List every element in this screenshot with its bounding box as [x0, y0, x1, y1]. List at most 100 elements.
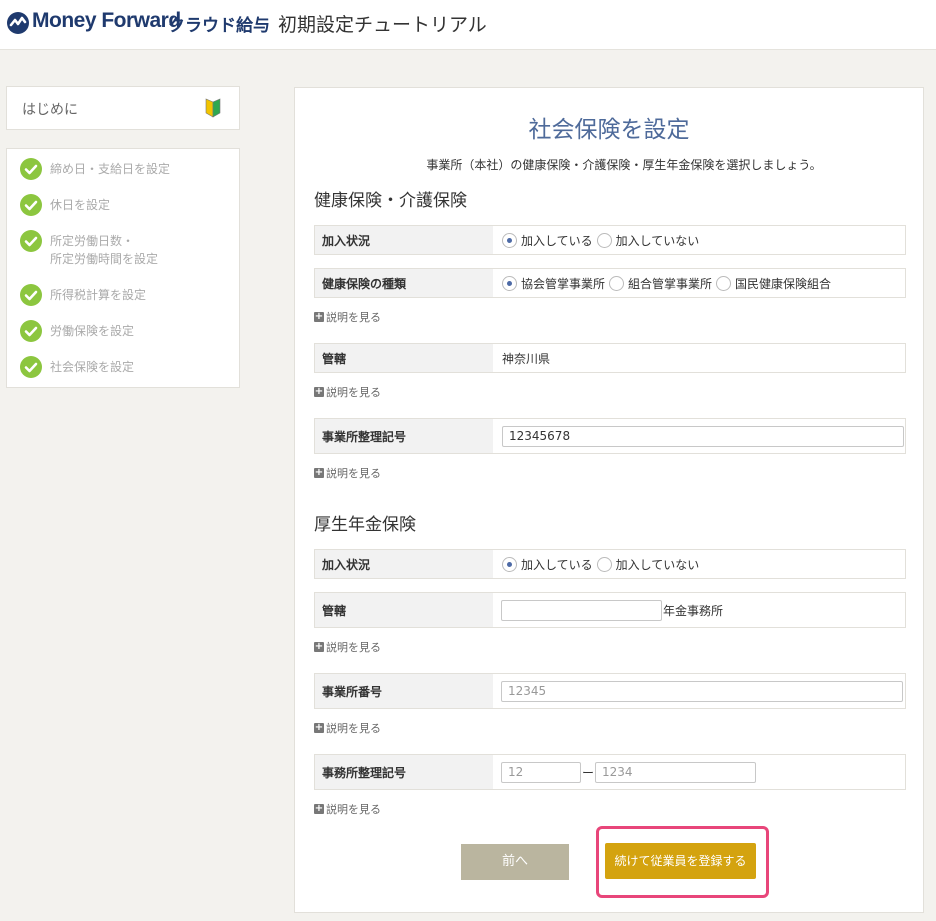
pension-jurisdiction-input[interactable] [501, 599, 662, 621]
office-code-dash: ー [582, 765, 595, 780]
pension-office-number-row: 事業所番号 [314, 673, 906, 709]
plus-icon: + [314, 386, 324, 397]
explain-link-label: 説明を見る [326, 467, 381, 480]
health-office-code-cell [495, 419, 905, 453]
health-enrollment-options: 加入している 加入していない [495, 226, 905, 254]
main-panel: 社会保険を設定 事業所（本社）の健康保険・介護保険・厚生年金保険を選択しましょう… [294, 87, 924, 913]
plus-icon: + [314, 467, 324, 478]
section-title-pension: 厚生年金保険 [314, 515, 416, 535]
radio-unselected-icon [609, 275, 625, 291]
check-circle-icon [20, 230, 42, 252]
page-header-title: 初期設定チュートリアル [278, 14, 487, 36]
section-title-health: 健康保険・介護保険 [314, 191, 467, 211]
health-jurisdiction-label: 管轄 [315, 344, 493, 372]
explain-link-label: 説明を見る [326, 803, 381, 816]
sidebar-step-list: 締め日・支給日を設定 休日を設定 所定労働日数・所定労働時間を設定 所得税計算を… [6, 148, 240, 388]
pension-office-code-input-2[interactable] [595, 761, 757, 783]
explain-link[interactable]: + 説明を見る [314, 309, 381, 325]
radio-selected-icon [502, 556, 517, 572]
explain-link-label: 説明を見る [326, 386, 381, 399]
radio-label: 国民健康保険組合 [735, 276, 832, 291]
health-type-options: 協会管掌事業所 組合管掌事業所 国民健康保険組合 [495, 269, 905, 297]
health-enrolled-radio[interactable]: 加入している [502, 232, 593, 249]
radio-selected-icon [502, 232, 517, 248]
check-circle-icon [20, 356, 42, 378]
sidebar-step-label: 労働保険を設定 [50, 324, 135, 338]
health-type-kumiai-radio[interactable]: 組合管掌事業所 [609, 275, 712, 292]
radio-label: 加入していない [615, 233, 700, 248]
register-employees-button[interactable]: 続けて従業員を登録する [605, 843, 756, 879]
pension-office-code-label: 事務所整理記号 [315, 755, 493, 789]
sidebar-step-label: 休日を設定 [50, 198, 111, 212]
beginner-mark-icon [205, 98, 221, 118]
pension-office-code-input-1[interactable] [501, 761, 581, 783]
explain-link[interactable]: + 説明を見る [314, 801, 381, 817]
plus-icon: + [314, 311, 324, 322]
radio-label: 組合管掌事業所 [628, 276, 713, 291]
explain-link-label: 説明を見る [326, 641, 381, 654]
page-title: 社会保険を設定 [528, 117, 690, 143]
pension-not-enrolled-radio[interactable]: 加入していない [596, 556, 700, 573]
pension-office-suffix: 年金事務所 [663, 603, 724, 618]
explain-link[interactable]: + 説明を見る [314, 639, 381, 655]
health-office-code-input[interactable] [502, 425, 904, 447]
health-not-enrolled-radio[interactable]: 加入していない [596, 232, 700, 249]
explain-link-label: 説明を見る [326, 311, 381, 324]
radio-unselected-icon [596, 556, 612, 572]
pension-enrollment-label: 加入状況 [315, 550, 493, 578]
health-type-label: 健康保険の種類 [315, 269, 493, 297]
health-office-code-label: 事業所整理記号 [315, 419, 493, 453]
sidebar-step-label: 社会保険を設定 [50, 360, 135, 374]
explain-link[interactable]: + 説明を見る [314, 720, 381, 736]
radio-label: 協会管掌事業所 [521, 276, 606, 291]
sidebar-step-label-group: 所定労働日数・所定労働時間を設定 [50, 232, 230, 268]
radio-unselected-icon [596, 232, 612, 248]
sidebar-intro-label: はじめに [22, 102, 78, 118]
sidebar-step-label-line2: 所定労働時間を設定 [50, 252, 159, 266]
health-type-kyokai-radio[interactable]: 協会管掌事業所 [502, 275, 605, 292]
radio-selected-icon [502, 275, 517, 291]
health-office-code-row: 事業所整理記号 [314, 418, 906, 454]
pension-office-code-row: 事務所整理記号 ー [314, 754, 906, 790]
radio-unselected-icon [716, 275, 732, 291]
check-circle-icon [20, 194, 42, 216]
health-type-row: 健康保険の種類 協会管掌事業所 組合管掌事業所 国民健康保険組合 [314, 268, 906, 298]
health-jurisdiction-row: 管轄 神奈川県 [314, 343, 906, 373]
check-circle-icon [20, 284, 42, 306]
pension-enrollment-options: 加入している 加入していない [495, 550, 905, 578]
pension-enrolled-radio[interactable]: 加入している [502, 556, 593, 573]
pension-jurisdiction-cell: 年金事務所 [495, 593, 905, 627]
pension-office-code-cell: ー [495, 755, 905, 789]
health-jurisdiction-value: 神奈川県 [502, 351, 551, 366]
pension-office-number-label: 事業所番号 [315, 674, 493, 708]
product-name: クラウド給与 [168, 16, 270, 36]
app-header: Money Forward クラウド給与 初期設定チュートリアル [0, 0, 936, 50]
plus-icon: + [314, 641, 324, 652]
plus-icon: + [314, 803, 324, 814]
brand-name[interactable]: Money Forward [32, 9, 181, 33]
pension-jurisdiction-label: 管轄 [315, 593, 493, 627]
health-type-national-radio[interactable]: 国民健康保険組合 [716, 275, 831, 292]
sidebar-step-label: 所定労働日数・ [50, 234, 135, 248]
prev-button[interactable]: 前へ [461, 844, 569, 880]
check-circle-icon [20, 158, 42, 180]
check-circle-icon [20, 320, 42, 342]
radio-label: 加入している [521, 233, 593, 248]
pension-enrollment-row: 加入状況 加入している 加入していない [314, 549, 906, 579]
explain-link-label: 説明を見る [326, 722, 381, 735]
health-enrollment-row: 加入状況 加入している 加入していない [314, 225, 906, 255]
pension-office-number-cell [495, 674, 905, 708]
pension-jurisdiction-row: 管轄 年金事務所 [314, 592, 906, 628]
sidebar-item-intro[interactable]: はじめに [6, 86, 240, 130]
money-forward-logo-icon [7, 12, 29, 34]
health-enrollment-label: 加入状況 [315, 226, 493, 254]
explain-link[interactable]: + 説明を見る [314, 384, 381, 400]
explain-link[interactable]: + 説明を見る [314, 465, 381, 481]
radio-label: 加入している [521, 557, 593, 572]
radio-label: 加入していない [615, 557, 700, 572]
sidebar-step-label: 所得税計算を設定 [50, 288, 147, 302]
sidebar-step-label: 締め日・支給日を設定 [50, 162, 171, 176]
plus-icon: + [314, 722, 324, 733]
page-description: 事業所（本社）の健康保険・介護保険・厚生年金保険を選択しましょう。 [426, 158, 822, 172]
pension-office-number-input[interactable] [501, 680, 903, 702]
